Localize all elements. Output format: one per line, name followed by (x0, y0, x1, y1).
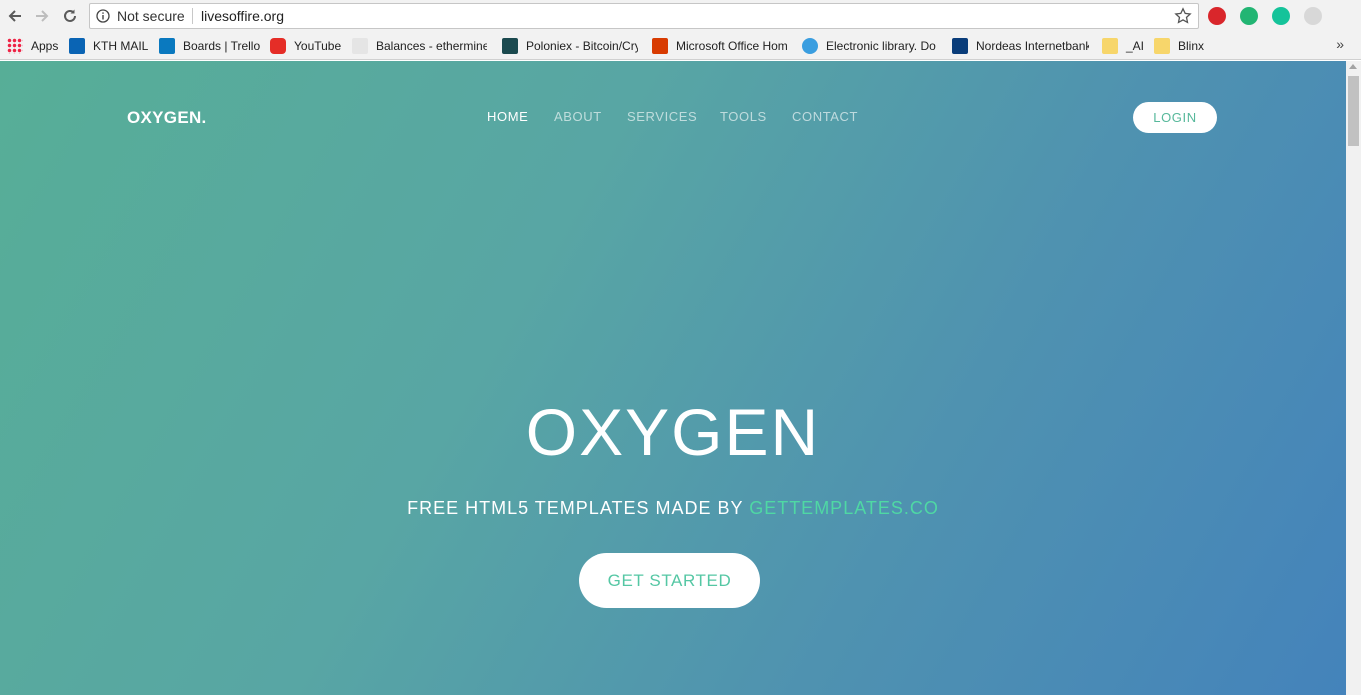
trello-icon (159, 38, 175, 54)
bookmark-poloniex[interactable]: Poloniex - Bitcoin/Cry (502, 37, 638, 55)
bookmark-label: Poloniex - Bitcoin/Cry (526, 39, 638, 53)
bookmark-ethermine[interactable]: Balances - ethermine (352, 37, 487, 55)
login-button[interactable]: LOGIN (1133, 102, 1217, 133)
bookmark-label: Blinx (1178, 39, 1205, 53)
reload-button[interactable] (59, 5, 81, 27)
bookmark-label: Boards | Trello (183, 39, 261, 53)
bookmark-microsoft-office[interactable]: Microsoft Office Hom (652, 37, 789, 55)
address-divider (192, 8, 193, 24)
opera-vpn-extension-icon[interactable] (1208, 7, 1226, 25)
bookmark-star-icon[interactable] (1174, 7, 1192, 25)
nav-services[interactable]: SERVICES (627, 109, 697, 124)
bookmarks-overflow-button[interactable]: » (1336, 36, 1344, 52)
browser-toolbar: Not secure livesoffire.org (0, 0, 1361, 32)
hero-subtitle-text: FREE HTML5 TEMPLATES MADE BY (407, 498, 750, 518)
bookmark-apps[interactable]: Apps (7, 37, 58, 55)
reload-icon (64, 9, 76, 22)
bookmark-youtube[interactable]: YouTube (270, 37, 341, 55)
forward-button[interactable] (31, 5, 53, 27)
poloniex-icon (502, 38, 518, 54)
bookmark-label: Microsoft Office Hom (676, 39, 788, 53)
youtube-icon (270, 38, 286, 54)
bookmark-label: _AI (1126, 39, 1145, 53)
page-scrollbar[interactable] (1346, 61, 1361, 695)
scroll-up-arrow-icon[interactable] (1349, 64, 1357, 69)
bookmark-label: KTH MAIL (93, 39, 149, 53)
bookmark-trello[interactable]: Boards | Trello (159, 37, 260, 55)
nav-home[interactable]: HOME (487, 109, 528, 124)
url-text[interactable]: livesoffire.org (201, 8, 284, 24)
hero-subtitle: FREE HTML5 TEMPLATES MADE BY GETTEMPLATE… (0, 498, 1346, 519)
outlook-icon (69, 38, 85, 54)
address-bar[interactable]: Not secure livesoffire.org (89, 3, 1199, 29)
gettemplates-link[interactable]: GETTEMPLATES.CO (749, 498, 939, 518)
globe-icon (802, 38, 818, 54)
folder-icon (1102, 38, 1118, 54)
office-icon (652, 38, 668, 54)
ethermine-icon (352, 38, 368, 54)
bookmark-label: Apps (31, 39, 59, 53)
bookmark-folder-blinx[interactable]: Blinx (1154, 37, 1204, 55)
nav-about[interactable]: ABOUT (554, 109, 602, 124)
nordea-icon (952, 38, 968, 54)
nav-tools[interactable]: TOOLS (720, 109, 767, 124)
back-arrow-icon (8, 10, 21, 22)
bookmark-label: Balances - ethermine (376, 39, 487, 53)
hero-title: OXYGEN (525, 395, 821, 469)
bookmark-kth-mail[interactable]: KTH MAIL (69, 37, 148, 55)
site-logo[interactable]: OXYGEN. (127, 108, 207, 128)
bookmark-label: Electronic library. Do (826, 39, 936, 53)
extension-icon[interactable] (1304, 7, 1322, 25)
bookmarks-bar: Apps KTH MAIL Boards | Trello YouTube Ba… (0, 32, 1361, 60)
info-icon[interactable] (96, 9, 110, 23)
chat-extension-icon[interactable] (1240, 7, 1258, 25)
bookmark-label: Nordeas Internetbank (976, 39, 1089, 53)
nav-contact[interactable]: CONTACT (792, 109, 858, 124)
bookmark-label: YouTube (294, 39, 342, 53)
forward-arrow-icon (36, 10, 49, 22)
back-button[interactable] (4, 5, 26, 27)
bookmark-electronic-library[interactable]: Electronic library. Do (802, 37, 939, 55)
bookmark-nordea[interactable]: Nordeas Internetbank (952, 37, 1089, 55)
grammarly-extension-icon[interactable] (1272, 7, 1290, 25)
scrollbar-thumb[interactable] (1348, 76, 1359, 146)
page-hero-section: OXYGEN. HOME ABOUT SERVICES TOOLS CONTAC… (0, 61, 1346, 695)
folder-icon (1154, 38, 1170, 54)
security-label[interactable]: Not secure (117, 8, 185, 24)
bookmark-folder-ai[interactable]: _AI (1102, 37, 1144, 55)
apps-grid-icon (7, 38, 23, 54)
get-started-button[interactable]: GET STARTED (579, 553, 760, 608)
